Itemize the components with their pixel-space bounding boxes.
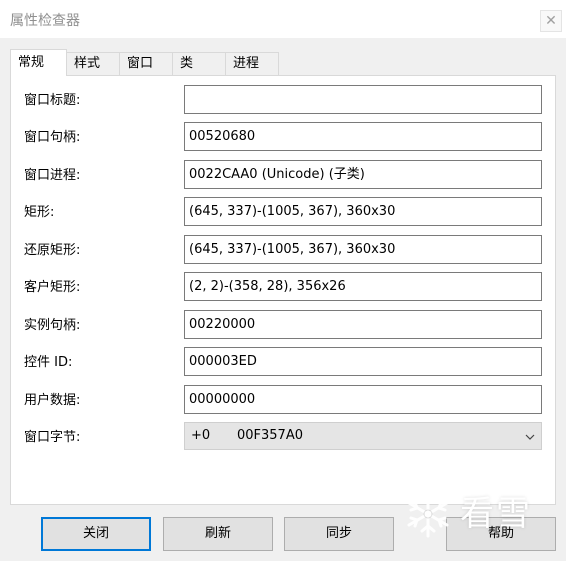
close-window-button[interactable]: ✕ — [540, 10, 562, 32]
tab-process[interactable]: 进程 — [225, 52, 279, 75]
tab-class[interactable]: 类 — [172, 52, 226, 75]
client-rect-field[interactable]: (2, 2)-(358, 28), 356x26 — [184, 272, 542, 301]
rect-label: 矩形: — [24, 205, 55, 220]
close-icon: ✕ — [545, 13, 557, 29]
window-bytes-value: 00F357A0 — [237, 428, 303, 443]
window-bytes-offset: +0 — [191, 428, 211, 443]
instance-handle-field[interactable]: 00220000 — [184, 310, 542, 339]
tab-strip: 常规 样式 窗口 类 进程 — [10, 49, 550, 76]
control-id-field[interactable]: 000003ED — [184, 347, 542, 376]
tab-general[interactable]: 常规 — [10, 49, 67, 76]
window-proc-field[interactable]: 0022CAA0 (Unicode) (子类) — [184, 160, 542, 189]
window-bytes-select[interactable]: +0 00F357A0 — [184, 422, 542, 450]
close-button[interactable]: 关闭 — [41, 517, 151, 551]
user-data-field[interactable]: 00000000 — [184, 385, 542, 414]
tab-style[interactable]: 样式 — [66, 52, 120, 75]
restored-rect-field[interactable]: (645, 337)-(1005, 367), 360x30 — [184, 235, 542, 264]
control-id-label: 控件 ID: — [24, 355, 73, 370]
title-bar: 属性检查器 ✕ — [0, 0, 566, 38]
instance-handle-label: 实例句柄: — [24, 318, 81, 333]
help-button[interactable]: 帮助 — [446, 517, 556, 551]
client-rect-label: 客户矩形: — [24, 280, 81, 295]
sync-button[interactable]: 同步 — [284, 517, 394, 551]
tab-window[interactable]: 窗口 — [119, 52, 173, 75]
window-handle-field[interactable]: 00520680 — [184, 122, 542, 151]
window-title: 属性检查器 — [10, 13, 80, 29]
chevron-down-icon — [525, 423, 535, 449]
window-title-label: 窗口标题: — [24, 93, 81, 108]
window-title-field[interactable] — [184, 85, 542, 114]
restored-rect-label: 还原矩形: — [24, 243, 81, 258]
window-proc-label: 窗口进程: — [24, 168, 81, 183]
user-data-label: 用户数据: — [24, 393, 81, 408]
rect-field[interactable]: (645, 337)-(1005, 367), 360x30 — [184, 197, 542, 226]
window-handle-label: 窗口句柄: — [24, 130, 81, 145]
refresh-button[interactable]: 刷新 — [163, 517, 273, 551]
window-bytes-label: 窗口字节: — [24, 430, 81, 445]
